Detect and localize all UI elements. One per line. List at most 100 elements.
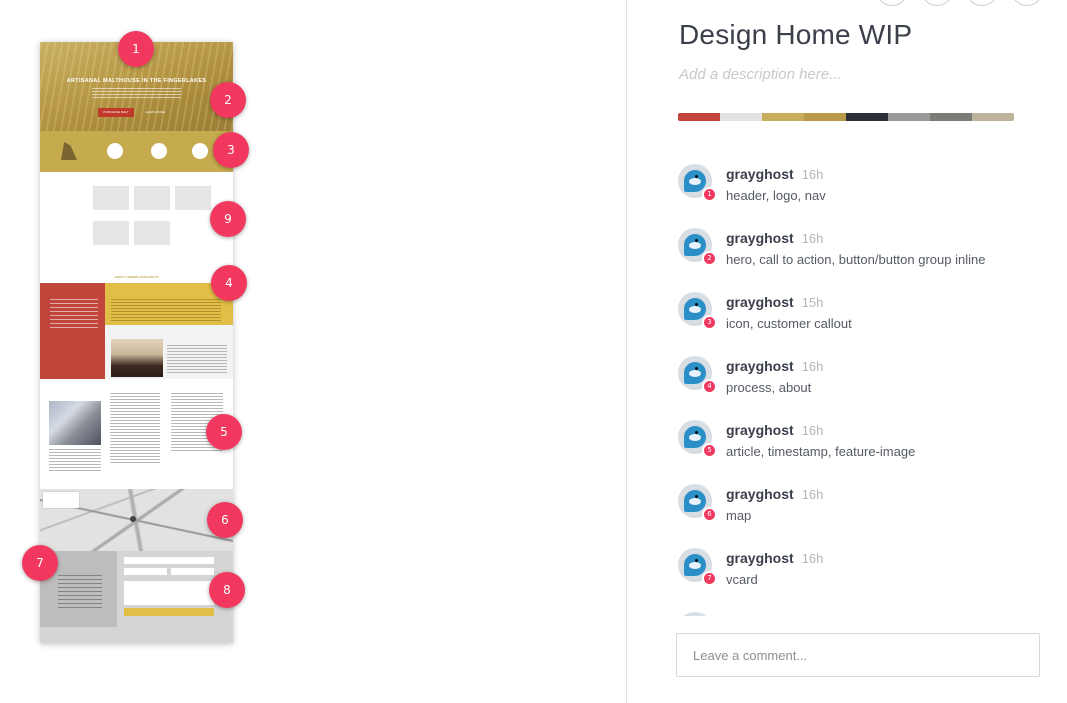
- mockup-form-field: [124, 568, 167, 575]
- bird-avatar-icon: [684, 170, 706, 192]
- description-field[interactable]: Add a description here...: [679, 66, 842, 83]
- mockup-form-field: [124, 557, 214, 564]
- page-title[interactable]: Design Home WIP: [679, 19, 912, 51]
- mockup-product-grid: [40, 172, 233, 272]
- comment-time: 16h: [801, 167, 824, 182]
- comment-text: header, logo, nav: [726, 188, 826, 203]
- mockup-articles: [40, 379, 233, 489]
- annotation-pin-2[interactable]: 2: [210, 82, 246, 118]
- comment-time: 15h: [801, 295, 824, 310]
- annotation-pin-5[interactable]: 5: [206, 414, 242, 450]
- comment-box[interactable]: [676, 633, 1040, 677]
- palette-swatch[interactable]: [930, 113, 972, 121]
- comments-panel: Design Home WIP Add a description here..…: [626, 0, 1067, 703]
- toolbar-circle-button[interactable]: [921, 0, 953, 6]
- annotation-pin-8[interactable]: 8: [209, 572, 245, 608]
- annotation-pin-6[interactable]: 6: [207, 502, 243, 538]
- palette-swatch[interactable]: [888, 113, 930, 121]
- mockup-grid-box: [175, 186, 211, 210]
- comment-item[interactable]: 6 grayghost 16h map: [678, 470, 1067, 534]
- mockup-hero-button: PURCHASE MALT: [98, 108, 134, 117]
- design-canvas[interactable]: ARTISANAL MALTHOUSE IN THE FINGERLAKES P…: [0, 0, 626, 703]
- comment-item[interactable]: 8grayghost16h: [678, 598, 1067, 616]
- annotation-pin-7[interactable]: 7: [22, 545, 58, 581]
- bird-avatar-icon: [684, 554, 706, 576]
- comment-author[interactable]: grayghost16h: [726, 550, 823, 566]
- comment-text: map: [726, 508, 752, 523]
- pin-number-badge: 1: [702, 187, 717, 202]
- comment-author[interactable]: grayghost 15h: [726, 294, 823, 310]
- pin-number-badge: 7: [702, 571, 717, 586]
- comment-item[interactable]: 1 grayghost 16h header, logo, nav: [678, 150, 1067, 214]
- pin-number-badge: 2: [702, 251, 717, 266]
- mockup-map-card: [43, 492, 79, 508]
- comment-text: process, about: [726, 380, 812, 395]
- mockup-about-photo: [111, 339, 163, 377]
- mockup-grid-box: [134, 221, 170, 245]
- mockup-circle-icon: [107, 143, 123, 159]
- comment-item[interactable]: 3 grayghost 15h icon, customer callout: [678, 278, 1067, 342]
- annotation-pin-4[interactable]: 4: [211, 265, 247, 301]
- comment-text: icon, customer callout: [726, 316, 852, 331]
- comment-time: 16h: [801, 423, 824, 438]
- color-palette[interactable]: [678, 113, 1014, 121]
- pin-number-badge: 6: [702, 507, 717, 522]
- palette-swatch[interactable]: [846, 113, 888, 121]
- mockup-form-field: [171, 568, 214, 575]
- palette-swatch[interactable]: [972, 113, 1014, 121]
- mockup-footer: [40, 551, 233, 643]
- comment-author[interactable]: grayghost16h: [726, 614, 823, 616]
- annotation-pin-1[interactable]: 1: [118, 31, 154, 67]
- map-pin-icon: [130, 516, 136, 522]
- mockup-process-title: ABOUT FINGERLAKES MALTS: [114, 275, 159, 279]
- comment-text: vcard: [726, 572, 758, 587]
- toolbar-circle-button[interactable]: [1011, 0, 1043, 6]
- avatar[interactable]: [678, 612, 712, 616]
- comment-feed[interactable]: 1 grayghost 16h header, logo, nav 2 grayghost…: [678, 150, 1067, 616]
- comment-input[interactable]: [677, 634, 1039, 676]
- bird-avatar-icon: [684, 298, 706, 320]
- mockup-grid-box: [93, 221, 129, 245]
- comment-author[interactable]: grayghost16h: [726, 230, 823, 246]
- mockup-state-icon: [61, 142, 77, 160]
- bird-avatar-icon: [684, 362, 706, 384]
- comment-item[interactable]: 5 grayghost 16h article, timestamp, feature…: [678, 406, 1067, 470]
- bird-avatar-icon: [684, 234, 706, 256]
- toolbar-circle-button[interactable]: [876, 0, 908, 6]
- pin-number-badge: 4: [702, 379, 717, 394]
- mockup-icon-row: [40, 131, 233, 172]
- palette-swatch[interactable]: [720, 113, 762, 121]
- mockup-process-red: [40, 283, 105, 379]
- mockup-image[interactable]: ARTISANAL MALTHOUSE IN THE FINGERLAKES P…: [40, 42, 233, 643]
- toolbar-circle-button[interactable]: [966, 0, 998, 6]
- mockup-hero-link: LEARN MORE: [145, 110, 165, 114]
- comment-text: hero, call to action, button/button grou…: [726, 252, 986, 267]
- pin-number-badge: 3: [702, 315, 717, 330]
- mockup-grid-box: [134, 186, 170, 210]
- comment-author[interactable]: grayghost16h: [726, 166, 823, 182]
- bird-avatar-icon: [684, 426, 706, 448]
- bird-avatar-icon: [684, 490, 706, 512]
- comment-item[interactable]: 4 grayghost 16h process, about: [678, 342, 1067, 406]
- palette-swatch[interactable]: [762, 113, 804, 121]
- palette-swatch[interactable]: [804, 113, 846, 121]
- mockup-article-image: [49, 401, 101, 445]
- comment-text: article, timestamp, feature-image: [726, 444, 916, 459]
- palette-swatch[interactable]: [678, 113, 720, 121]
- comment-author[interactable]: grayghost16h: [726, 486, 823, 502]
- mockup-form-message: [124, 581, 214, 605]
- comment-item[interactable]: 7 grayghost 16h vcard: [678, 534, 1067, 598]
- comment-author[interactable]: grayghost16h: [726, 422, 823, 438]
- comment-author[interactable]: grayghost16h: [726, 358, 823, 374]
- annotation-pin-9[interactable]: 9: [210, 201, 246, 237]
- comment-item[interactable]: 2 grayghost 16h hero, call to action, butto…: [678, 214, 1067, 278]
- comment-time: 16h: [801, 487, 824, 502]
- comment-time: 16h: [801, 359, 824, 374]
- mockup-hero-subtext: [92, 88, 181, 98]
- comment-time: 16h: [802, 615, 824, 616]
- mockup-circle-icon: [192, 143, 208, 159]
- annotation-pin-3[interactable]: 3: [213, 132, 249, 168]
- mockup-map: [40, 489, 233, 551]
- comment-time: 16h: [801, 551, 824, 566]
- mockup-circle-icon: [151, 143, 167, 159]
